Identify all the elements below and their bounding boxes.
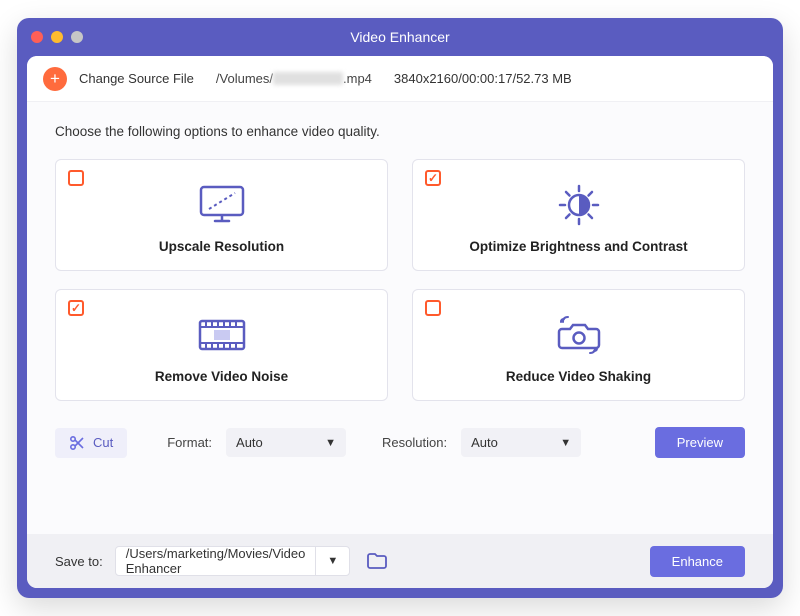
card-label: Optimize Brightness and Contrast (469, 239, 687, 254)
cut-button[interactable]: Cut (55, 428, 127, 458)
minimize-window-button[interactable] (51, 31, 63, 43)
save-path-dropdown[interactable]: ▼ (315, 547, 349, 575)
source-bar: + Change Source File /Volumes/ .mp4 3840… (27, 56, 773, 102)
camera-shake-icon (550, 311, 608, 359)
source-path: /Volumes/ .mp4 (216, 71, 372, 86)
app-window: Video Enhancer + Change Source File /Vol… (17, 18, 783, 598)
save-path-field[interactable]: /Users/marketing/Movies/Video Enhancer ▼ (115, 546, 351, 576)
resolution-label: Resolution: (382, 435, 447, 450)
checkbox-denoise[interactable] (68, 300, 84, 316)
card-brightness-contrast[interactable]: Optimize Brightness and Contrast (412, 159, 745, 271)
cut-label: Cut (93, 435, 113, 450)
titlebar: Video Enhancer (17, 18, 783, 56)
source-info: 3840x2160/00:00:17/52.73 MB (394, 71, 572, 86)
change-source-button[interactable]: Change Source File (79, 71, 194, 86)
open-folder-button[interactable] (362, 546, 392, 576)
card-label: Upscale Resolution (159, 239, 284, 254)
card-upscale-resolution[interactable]: Upscale Resolution (55, 159, 388, 271)
add-source-icon[interactable]: + (43, 67, 67, 91)
window-controls (17, 31, 83, 43)
save-path-text: /Users/marketing/Movies/Video Enhancer (116, 546, 316, 576)
chevron-down-icon: ▼ (325, 437, 336, 449)
maximize-window-button[interactable] (71, 31, 83, 43)
checkbox-deshake[interactable] (425, 300, 441, 316)
content-panel: + Change Source File /Volumes/ .mp4 3840… (27, 56, 773, 588)
preview-button[interactable]: Preview (655, 427, 745, 458)
format-value: Auto (236, 435, 263, 450)
chevron-down-icon: ▼ (560, 437, 571, 449)
controls-row: Cut Format: Auto ▼ Resolution: Auto ▼ Pr… (55, 401, 745, 458)
format-label: Format: (167, 435, 212, 450)
close-window-button[interactable] (31, 31, 43, 43)
folder-icon (367, 553, 387, 569)
option-grid: Upscale Resolution (55, 159, 745, 401)
monitor-icon (195, 181, 249, 229)
card-remove-noise[interactable]: Remove Video Noise (55, 289, 388, 401)
card-label: Reduce Video Shaking (506, 369, 651, 384)
source-path-redacted (273, 72, 343, 85)
card-label: Remove Video Noise (155, 369, 288, 384)
main-content: Choose the following options to enhance … (27, 102, 773, 534)
save-to-label: Save to: (55, 554, 103, 569)
enhance-button[interactable]: Enhance (650, 546, 745, 577)
checkbox-brightness[interactable] (425, 170, 441, 186)
filmstrip-icon (194, 311, 250, 359)
scissors-icon (69, 435, 85, 451)
footer-bar: Save to: /Users/marketing/Movies/Video E… (27, 534, 773, 588)
chevron-down-icon: ▼ (327, 555, 338, 567)
source-path-suffix: .mp4 (343, 71, 372, 86)
resolution-select[interactable]: Auto ▼ (461, 428, 581, 457)
resolution-value: Auto (471, 435, 498, 450)
source-path-prefix: /Volumes/ (216, 71, 273, 86)
instruction-text: Choose the following options to enhance … (55, 124, 745, 139)
card-reduce-shaking[interactable]: Reduce Video Shaking (412, 289, 745, 401)
window-title: Video Enhancer (17, 29, 783, 45)
format-select[interactable]: Auto ▼ (226, 428, 346, 457)
brightness-icon (553, 181, 605, 229)
checkbox-upscale[interactable] (68, 170, 84, 186)
